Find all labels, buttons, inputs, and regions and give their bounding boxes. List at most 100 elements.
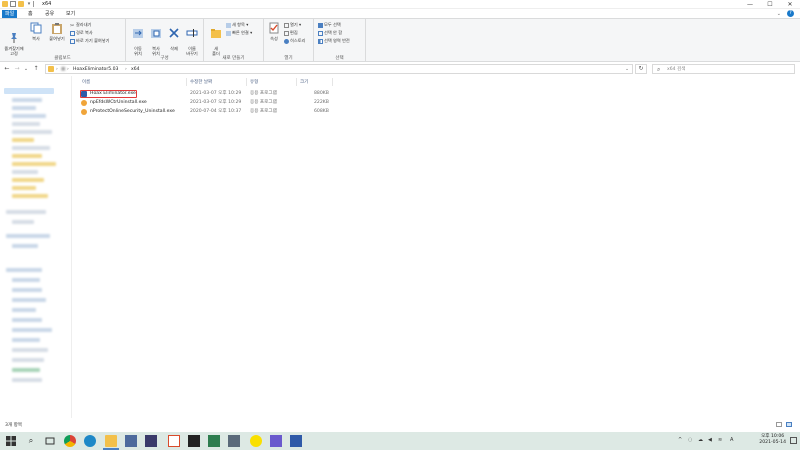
checkbox-icon[interactable] <box>10 1 16 7</box>
maximize-button[interactable]: ☐ <box>760 0 780 9</box>
forward-button[interactable]: → <box>13 65 21 73</box>
notification-icon[interactable] <box>790 437 797 444</box>
address-bar[interactable]: › ■ › HoaxEliminator5.03 › x64 ⌄ <box>45 64 633 74</box>
nav-item[interactable] <box>12 220 34 224</box>
invert-selection-button[interactable]: 선택 영역 반전 <box>318 38 350 44</box>
large-icons-view-icon[interactable] <box>786 422 792 427</box>
terminal-icon[interactable] <box>188 435 200 447</box>
nav-item[interactable] <box>12 146 50 150</box>
nav-item[interactable] <box>12 186 36 190</box>
kakaotalk-icon[interactable] <box>250 435 262 447</box>
tab-home[interactable]: 홈 <box>25 10 36 18</box>
column-divider[interactable] <box>332 78 333 86</box>
nav-item[interactable] <box>6 234 50 238</box>
nav-item[interactable] <box>12 358 44 362</box>
network-icon[interactable]: ◌ <box>688 437 692 443</box>
breadcrumb-item[interactable]: x64 <box>131 66 140 73</box>
app-icon[interactable] <box>270 435 282 447</box>
nav-item[interactable] <box>12 378 42 382</box>
pin-to-quick-access-button[interactable]: 즐겨찾기에 고정 <box>2 22 26 56</box>
nav-item[interactable] <box>12 288 42 292</box>
details-view-icon[interactable] <box>776 422 782 427</box>
refresh-button[interactable]: ↻ <box>635 64 647 74</box>
nav-item[interactable] <box>12 154 42 158</box>
copy-to-button[interactable]: 복사 위치 <box>146 22 166 56</box>
calculator-icon[interactable] <box>228 435 240 447</box>
language-indicator[interactable]: A <box>730 437 733 443</box>
nav-item[interactable] <box>12 298 46 302</box>
open-button[interactable]: 열기 ▾ <box>284 22 301 28</box>
up-button[interactable]: ↑ <box>32 65 40 73</box>
column-divider[interactable] <box>296 78 297 86</box>
nav-item[interactable] <box>12 170 38 174</box>
copy-path-button[interactable]: 경로 복사 <box>70 30 93 36</box>
nav-item[interactable] <box>12 98 42 102</box>
nav-item[interactable] <box>12 194 48 198</box>
chevron-up-icon[interactable]: ^ <box>678 437 682 443</box>
nav-item[interactable] <box>12 178 44 182</box>
nav-item-selected[interactable] <box>4 88 54 94</box>
cloud-icon[interactable]: ☁ <box>698 437 703 443</box>
clock[interactable]: 오후 10:06 2021-05-14 <box>759 434 786 446</box>
nav-item[interactable] <box>12 318 42 322</box>
nav-item[interactable] <box>12 114 46 118</box>
minimize-button[interactable]: — <box>740 0 760 9</box>
paste-button[interactable]: 붙여넣기 <box>46 22 68 41</box>
folder-icon[interactable] <box>18 1 24 7</box>
breadcrumb-hidden[interactable]: ■ <box>61 66 65 73</box>
column-header-modified[interactable]: 수정한 날짜 <box>190 79 212 85</box>
search-box[interactable]: ⌕ x64 검색 <box>652 64 795 74</box>
breadcrumb-item[interactable]: HoaxEliminator5.03 <box>73 66 118 73</box>
paste-shortcut-button[interactable]: 바로 가기 붙여넣기 <box>70 38 109 44</box>
copy-button[interactable]: 복사 <box>28 22 44 41</box>
column-divider[interactable] <box>246 78 247 86</box>
easy-access-button[interactable]: 빠른 연결 ▾ <box>226 30 252 36</box>
expand-ribbon-icon[interactable]: ⌄ <box>774 10 784 18</box>
wifi-icon[interactable]: ≋ <box>718 437 722 443</box>
chevron-down-icon[interactable]: ▾ <box>26 1 32 7</box>
nav-item[interactable] <box>12 348 48 352</box>
nav-item[interactable] <box>12 122 40 126</box>
back-button[interactable]: ← <box>3 65 11 73</box>
search-icon[interactable]: ⌕ <box>25 435 37 447</box>
close-button[interactable]: ✕ <box>780 0 800 9</box>
nav-item[interactable] <box>12 162 56 166</box>
new-folder-button[interactable]: 새 폴더 <box>206 22 226 56</box>
nav-item[interactable] <box>6 268 42 272</box>
tab-file[interactable]: 파일 <box>2 10 18 18</box>
rename-button[interactable]: 이름 바꾸기 <box>182 22 202 56</box>
tab-share[interactable]: 공유 <box>42 10 57 18</box>
nav-item[interactable] <box>12 244 38 248</box>
windows-start-icon[interactable] <box>5 435 17 447</box>
nav-item[interactable] <box>12 368 40 372</box>
nav-item[interactable] <box>12 308 36 312</box>
edge-icon[interactable] <box>84 435 96 447</box>
volume-icon[interactable]: ◀ <box>708 437 712 443</box>
calendar-icon[interactable] <box>168 435 180 447</box>
file-row[interactable]: npEfdsWCtrUninstall.exe 2021-03-07 오후 10… <box>80 99 332 107</box>
new-item-button[interactable]: 새 항목 ▾ <box>226 22 248 28</box>
chrome-icon[interactable] <box>64 435 76 447</box>
help-icon[interactable]: ? <box>787 10 794 17</box>
file-row[interactable]: nProtectOnlineSecurity_Uninstall.exe 202… <box>80 108 332 116</box>
select-none-button[interactable]: 선택 안 함 <box>318 30 342 36</box>
cut-button[interactable]: ✂ 잘라내기 <box>70 22 91 29</box>
chevron-down-icon[interactable]: ⌄ <box>625 66 629 73</box>
nav-item[interactable] <box>12 138 34 142</box>
nav-item[interactable] <box>12 130 52 134</box>
column-header-size[interactable]: 크기 <box>300 79 308 85</box>
tab-view[interactable]: 보기 <box>63 10 78 18</box>
delete-button[interactable]: 삭제 <box>164 22 184 51</box>
task-view-icon[interactable] <box>44 435 56 447</box>
file-explorer-icon[interactable] <box>105 435 117 447</box>
nav-item[interactable] <box>12 328 52 332</box>
nav-item[interactable] <box>6 210 46 214</box>
column-header-name[interactable]: 이름 <box>82 79 90 85</box>
app-icon[interactable] <box>208 435 220 447</box>
recent-locations-button[interactable]: ⌄ <box>22 65 30 73</box>
column-divider[interactable] <box>186 78 187 86</box>
column-header-type[interactable]: 유형 <box>250 79 258 85</box>
nav-item[interactable] <box>12 106 36 110</box>
history-button[interactable]: 히스토리 <box>284 38 305 44</box>
app-icon[interactable] <box>145 435 157 447</box>
